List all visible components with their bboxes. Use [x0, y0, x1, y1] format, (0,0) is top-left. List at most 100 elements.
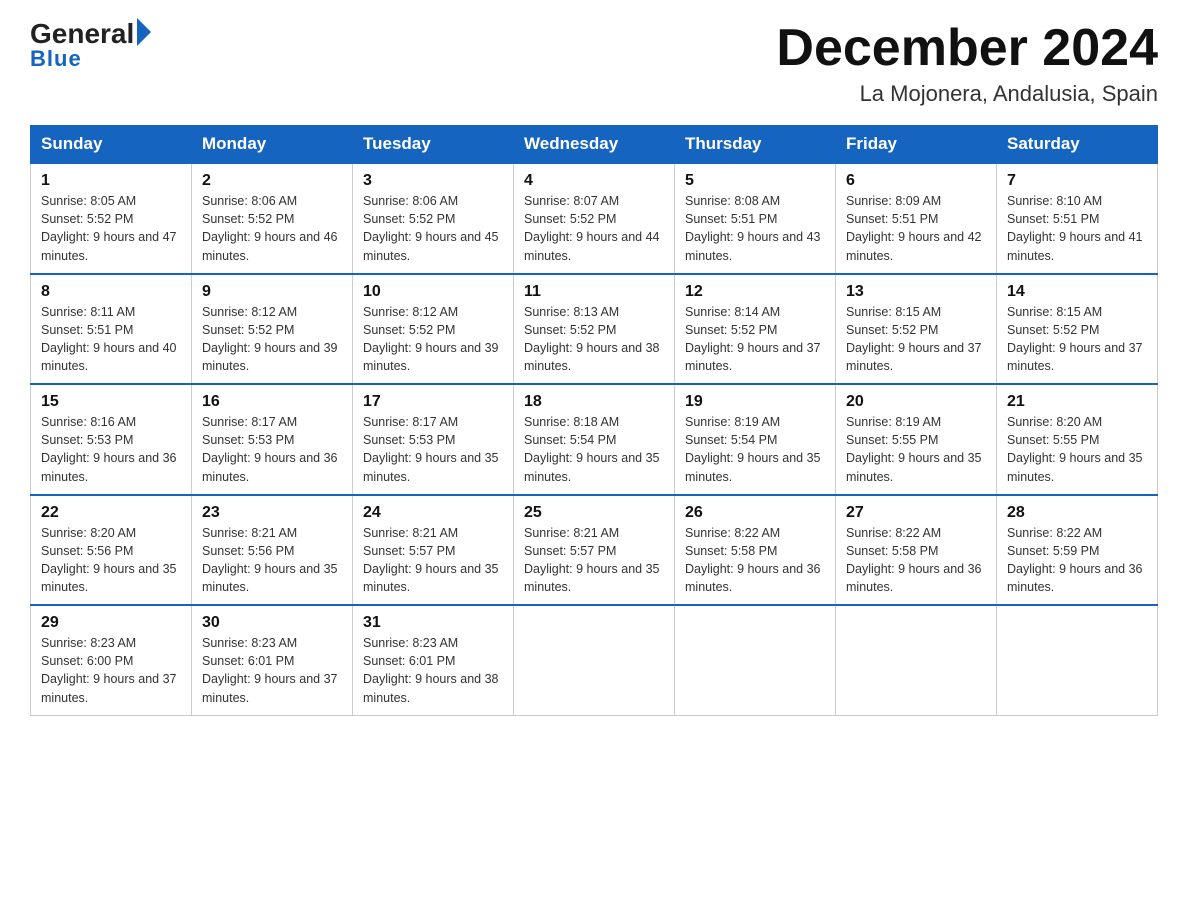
day-number: 22	[41, 504, 181, 522]
day-info: Sunrise: 8:07 AMSunset: 5:52 PMDaylight:…	[524, 192, 664, 265]
day-number: 25	[524, 504, 664, 522]
day-number: 21	[1007, 393, 1147, 411]
day-info: Sunrise: 8:18 AMSunset: 5:54 PMDaylight:…	[524, 413, 664, 486]
calendar-day-cell: 13 Sunrise: 8:15 AMSunset: 5:52 PMDayligh…	[836, 274, 997, 385]
day-number: 5	[685, 172, 825, 190]
day-number: 4	[524, 172, 664, 190]
day-info: Sunrise: 8:14 AMSunset: 5:52 PMDaylight:…	[685, 303, 825, 376]
day-number: 7	[1007, 172, 1147, 190]
day-number: 24	[363, 504, 503, 522]
day-number: 14	[1007, 283, 1147, 301]
day-info: Sunrise: 8:19 AMSunset: 5:55 PMDaylight:…	[846, 413, 986, 486]
calendar-day-cell: 1 Sunrise: 8:05 AMSunset: 5:52 PMDaylight…	[31, 163, 192, 274]
calendar-day-cell: 25 Sunrise: 8:21 AMSunset: 5:57 PMDayligh…	[514, 495, 675, 606]
day-info: Sunrise: 8:21 AMSunset: 5:57 PMDaylight:…	[363, 524, 503, 597]
calendar-day-cell: 28 Sunrise: 8:22 AMSunset: 5:59 PMDayligh…	[997, 495, 1158, 606]
day-number: 29	[41, 614, 181, 632]
day-number: 28	[1007, 504, 1147, 522]
calendar-day-cell: 17 Sunrise: 8:17 AMSunset: 5:53 PMDayligh…	[353, 384, 514, 495]
day-info: Sunrise: 8:05 AMSunset: 5:52 PMDaylight:…	[41, 192, 181, 265]
calendar-week-row: 29 Sunrise: 8:23 AMSunset: 6:00 PMDayligh…	[31, 605, 1158, 715]
calendar-day-cell	[514, 605, 675, 715]
col-header-saturday: Saturday	[997, 126, 1158, 164]
day-number: 8	[41, 283, 181, 301]
day-info: Sunrise: 8:08 AMSunset: 5:51 PMDaylight:…	[685, 192, 825, 265]
calendar-week-row: 1 Sunrise: 8:05 AMSunset: 5:52 PMDaylight…	[31, 163, 1158, 274]
calendar-day-cell: 9 Sunrise: 8:12 AMSunset: 5:52 PMDaylight…	[192, 274, 353, 385]
day-info: Sunrise: 8:21 AMSunset: 5:56 PMDaylight:…	[202, 524, 342, 597]
calendar-day-cell: 3Sunrise: 8:06 AMSunset: 5:52 PMDaylight…	[353, 163, 514, 274]
day-number: 3	[363, 172, 503, 190]
day-info: Sunrise: 8:21 AMSunset: 5:57 PMDaylight:…	[524, 524, 664, 597]
calendar-day-cell: 16Sunrise: 8:17 AMSunset: 5:53 PMDayligh…	[192, 384, 353, 495]
day-info: Sunrise: 8:17 AMSunset: 5:53 PMDaylight:…	[363, 413, 503, 486]
day-number: 10	[363, 283, 503, 301]
day-number: 13	[846, 283, 986, 301]
calendar-header-row: SundayMondayTuesdayWednesdayThursdayFrid…	[31, 126, 1158, 164]
calendar-day-cell: 5 Sunrise: 8:08 AMSunset: 5:51 PMDaylight…	[675, 163, 836, 274]
day-number: 17	[363, 393, 503, 411]
day-info: Sunrise: 8:19 AMSunset: 5:54 PMDaylight:…	[685, 413, 825, 486]
calendar-day-cell: 22 Sunrise: 8:20 AMSunset: 5:56 PMDayligh…	[31, 495, 192, 606]
day-info: Sunrise: 8:15 AMSunset: 5:52 PMDaylight:…	[1007, 303, 1147, 376]
day-info: Sunrise: 8:10 AMSunset: 5:51 PMDaylight:…	[1007, 192, 1147, 265]
calendar-day-cell: 18 Sunrise: 8:18 AMSunset: 5:54 PMDayligh…	[514, 384, 675, 495]
calendar-day-cell: 11Sunrise: 8:13 AMSunset: 5:52 PMDayligh…	[514, 274, 675, 385]
day-number: 12	[685, 283, 825, 301]
day-info: Sunrise: 8:22 AMSunset: 5:59 PMDaylight:…	[1007, 524, 1147, 597]
title-area: December 2024 La Mojonera, Andalusia, Sp…	[776, 20, 1158, 107]
calendar-day-cell: 14 Sunrise: 8:15 AMSunset: 5:52 PMDayligh…	[997, 274, 1158, 385]
day-info: Sunrise: 8:15 AMSunset: 5:52 PMDaylight:…	[846, 303, 986, 376]
calendar-week-row: 15 Sunrise: 8:16 AMSunset: 5:53 PMDayligh…	[31, 384, 1158, 495]
calendar-day-cell: 19Sunrise: 8:19 AMSunset: 5:54 PMDayligh…	[675, 384, 836, 495]
logo: General Blue	[30, 20, 151, 72]
col-header-friday: Friday	[836, 126, 997, 164]
calendar-day-cell: 31Sunrise: 8:23 AMSunset: 6:01 PMDayligh…	[353, 605, 514, 715]
day-info: Sunrise: 8:12 AMSunset: 5:52 PMDaylight:…	[202, 303, 342, 376]
calendar-day-cell: 24 Sunrise: 8:21 AMSunset: 5:57 PMDayligh…	[353, 495, 514, 606]
calendar-day-cell	[836, 605, 997, 715]
calendar-day-cell	[675, 605, 836, 715]
calendar-day-cell: 15 Sunrise: 8:16 AMSunset: 5:53 PMDayligh…	[31, 384, 192, 495]
day-info: Sunrise: 8:20 AMSunset: 5:55 PMDaylight:…	[1007, 413, 1147, 486]
day-number: 27	[846, 504, 986, 522]
day-info: Sunrise: 8:12 AMSunset: 5:52 PMDaylight:…	[363, 303, 503, 376]
day-number: 31	[363, 614, 503, 632]
logo-blue-text: Blue	[30, 46, 82, 72]
calendar-day-cell: 8 Sunrise: 8:11 AMSunset: 5:51 PMDaylight…	[31, 274, 192, 385]
day-number: 30	[202, 614, 342, 632]
day-number: 15	[41, 393, 181, 411]
day-number: 23	[202, 504, 342, 522]
day-number: 26	[685, 504, 825, 522]
day-number: 1	[41, 172, 181, 190]
day-number: 2	[202, 172, 342, 190]
calendar-day-cell: 2 Sunrise: 8:06 AMSunset: 5:52 PMDaylight…	[192, 163, 353, 274]
page-header: General Blue December 2024 La Mojonera, …	[30, 20, 1158, 107]
day-info: Sunrise: 8:22 AMSunset: 5:58 PMDaylight:…	[685, 524, 825, 597]
calendar-day-cell: 27Sunrise: 8:22 AMSunset: 5:58 PMDayligh…	[836, 495, 997, 606]
day-info: Sunrise: 8:11 AMSunset: 5:51 PMDaylight:…	[41, 303, 181, 376]
calendar-day-cell: 30 Sunrise: 8:23 AMSunset: 6:01 PMDayligh…	[192, 605, 353, 715]
month-title: December 2024	[776, 20, 1158, 77]
col-header-wednesday: Wednesday	[514, 126, 675, 164]
day-info: Sunrise: 8:23 AMSunset: 6:00 PMDaylight:…	[41, 634, 181, 707]
day-info: Sunrise: 8:06 AMSunset: 5:52 PMDaylight:…	[202, 192, 342, 265]
day-info: Sunrise: 8:17 AMSunset: 5:53 PMDaylight:…	[202, 413, 342, 486]
calendar-week-row: 8 Sunrise: 8:11 AMSunset: 5:51 PMDaylight…	[31, 274, 1158, 385]
day-info: Sunrise: 8:16 AMSunset: 5:53 PMDaylight:…	[41, 413, 181, 486]
day-number: 11	[524, 283, 664, 301]
day-number: 6	[846, 172, 986, 190]
logo-triangle-icon	[137, 18, 151, 46]
day-number: 9	[202, 283, 342, 301]
calendar-day-cell: 10 Sunrise: 8:12 AMSunset: 5:52 PMDayligh…	[353, 274, 514, 385]
calendar-day-cell: 21 Sunrise: 8:20 AMSunset: 5:55 PMDayligh…	[997, 384, 1158, 495]
calendar-day-cell: 20 Sunrise: 8:19 AMSunset: 5:55 PMDayligh…	[836, 384, 997, 495]
day-info: Sunrise: 8:23 AMSunset: 6:01 PMDaylight:…	[202, 634, 342, 707]
calendar-table: SundayMondayTuesdayWednesdayThursdayFrid…	[30, 125, 1158, 716]
location-title: La Mojonera, Andalusia, Spain	[776, 81, 1158, 107]
calendar-day-cell: 29 Sunrise: 8:23 AMSunset: 6:00 PMDayligh…	[31, 605, 192, 715]
day-number: 18	[524, 393, 664, 411]
day-number: 20	[846, 393, 986, 411]
day-info: Sunrise: 8:20 AMSunset: 5:56 PMDaylight:…	[41, 524, 181, 597]
calendar-day-cell: 23 Sunrise: 8:21 AMSunset: 5:56 PMDayligh…	[192, 495, 353, 606]
